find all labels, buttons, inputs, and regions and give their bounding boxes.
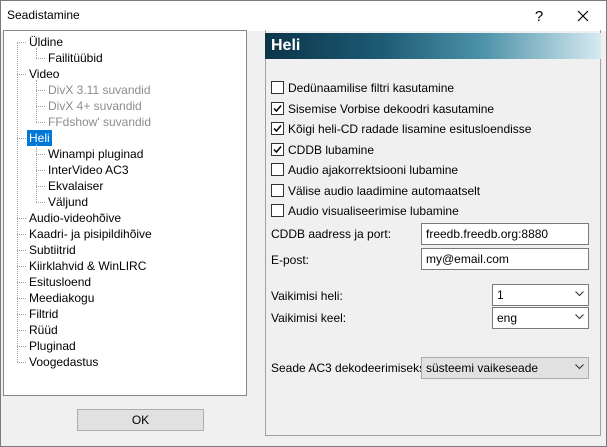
tree-connector — [17, 346, 26, 347]
tree-item[interactable]: Video — [27, 66, 61, 82]
email-label: E-post: — [271, 253, 310, 267]
checkbox-option[interactable]: Välise audio laadimine automaatselt — [271, 182, 480, 199]
cddb-address-input[interactable]: freedb.freedb.org:8880 — [421, 223, 589, 245]
tree-connector — [36, 90, 45, 91]
checkbox-label: Kõigi heli-CD radade lisamine esitusloen… — [288, 121, 532, 136]
tree-connector — [36, 144, 37, 202]
checkbox-unchecked-icon[interactable] — [271, 184, 284, 197]
tree-item[interactable]: Subtiitrid — [27, 242, 78, 258]
tree-item[interactable]: Winampi pluginad — [46, 146, 145, 162]
tree-connector — [17, 314, 26, 315]
tree-item[interactable]: InterVideo AC3 — [46, 162, 131, 178]
checkbox-option[interactable]: Dedünaamilise filtri kasutamine — [271, 79, 454, 96]
tree-item[interactable]: Meediakogu — [27, 290, 96, 306]
checkbox-option[interactable]: Sisemise Vorbise dekoodri kasutamine — [271, 100, 494, 117]
checkbox-label: Audio visualiseerimise lubamine — [288, 203, 459, 218]
tree-item[interactable]: Audio-videohõive — [27, 210, 123, 226]
tree-connector — [17, 362, 26, 363]
checkbox-option[interactable]: Audio ajakorrektsiooni lubamine — [271, 161, 458, 178]
tree-connector — [36, 106, 45, 107]
tree-connector — [36, 58, 45, 59]
checkbox-label: Välise audio laadimine automaatselt — [288, 183, 481, 198]
default-lang-label: Vaikimisi keel: — [271, 311, 347, 325]
tree-connector — [17, 250, 26, 251]
default-audio-value: 1 — [497, 288, 504, 302]
tree-item[interactable]: FFdshow' suvandid — [46, 114, 153, 130]
default-audio-label: Vaikimisi heli: — [271, 289, 343, 303]
tree-connector — [36, 80, 37, 122]
default-lang-select[interactable]: eng — [492, 307, 589, 329]
close-icon — [577, 10, 589, 22]
checkbox-option[interactable]: CDDB lubamine — [271, 141, 374, 158]
settings-tree[interactable]: Üldine Failitüübid Video DivX 3.11 suvandid… — [3, 30, 247, 396]
ok-button[interactable]: OK — [77, 409, 204, 431]
tree-connector — [17, 42, 18, 362]
window-title: Seadistamine — [7, 8, 80, 22]
checkbox-label: CDDB lubamine — [288, 142, 375, 157]
tree-item[interactable]: Kaadri- ja pisipildihõive — [27, 226, 154, 242]
chevron-down-icon — [575, 364, 584, 370]
tree-connector — [17, 330, 26, 331]
help-button[interactable]: ? — [517, 1, 561, 31]
tree-connector — [36, 202, 45, 203]
tree-connector — [36, 122, 45, 123]
default-audio-select[interactable]: 1 — [492, 284, 589, 306]
tree-connector — [17, 282, 26, 283]
tree-item[interactable]: DivX 3.11 suvandid — [46, 82, 153, 98]
email-input[interactable]: my@email.com — [421, 248, 589, 270]
tree-connector — [36, 170, 45, 171]
ac3-decoder-select[interactable]: süsteemi vaikeseade — [421, 357, 589, 379]
checkbox-checked-icon[interactable] — [271, 143, 284, 156]
default-lang-value: eng — [497, 311, 518, 325]
checkbox-unchecked-icon[interactable] — [271, 163, 284, 176]
tree-item[interactable]: Failitüübid — [46, 50, 105, 66]
tree-item[interactable]: Pluginad — [27, 338, 78, 354]
chevron-down-icon — [575, 314, 584, 320]
tree-connector — [17, 218, 26, 219]
tree-item[interactable]: Filtrid — [27, 306, 60, 322]
checkbox-unchecked-icon[interactable] — [271, 204, 284, 217]
tree-connector — [17, 138, 26, 139]
checkbox-checked-icon[interactable] — [271, 122, 284, 135]
ac3-decoder-label: Seade AC3 dekodeerimiseks: — [271, 361, 429, 375]
tree-connector — [17, 74, 26, 75]
tree-connector — [36, 154, 45, 155]
tree-connector — [36, 186, 45, 187]
checkbox-option[interactable]: Kõigi heli-CD radade lisamine esitusloen… — [271, 120, 531, 137]
checkbox-label: Sisemise Vorbise dekoodri kasutamine — [288, 101, 495, 116]
tree-connector — [36, 48, 37, 58]
tree-item[interactable]: Väljund — [46, 194, 90, 210]
tree-item[interactable]: DivX 4+ suvandid — [46, 98, 144, 114]
checkbox-option[interactable]: Audio visualiseerimise lubamine — [271, 202, 459, 219]
panel-heading: Heli — [265, 33, 601, 59]
tree-item[interactable]: Rüüd — [27, 322, 60, 338]
tree-item[interactable]: Kiirklahvid & WinLIRC — [27, 258, 148, 274]
checkbox-label: Dedünaamilise filtri kasutamine — [288, 80, 455, 95]
ac3-decoder-value: süsteemi vaikeseade — [426, 361, 539, 375]
tree-item[interactable]: Voogedastus — [27, 354, 100, 370]
tree-item[interactable]: Ekvalaiser — [46, 178, 105, 194]
tree-connector — [17, 298, 26, 299]
tree-item[interactable]: Heli — [27, 130, 52, 146]
tree-item[interactable]: Üldine — [27, 34, 65, 50]
title-bar: Seadistamine ? — [1, 1, 606, 31]
tree-connector — [17, 234, 26, 235]
checkbox-label: Audio ajakorrektsiooni lubamine — [288, 162, 459, 177]
tree-connector — [17, 42, 26, 43]
cddb-address-label: CDDB aadress ja port: — [271, 227, 392, 241]
tree-item[interactable]: Esitusloend — [27, 274, 93, 290]
checkbox-checked-icon[interactable] — [271, 102, 284, 115]
close-button[interactable] — [561, 1, 605, 31]
tree-connector — [17, 266, 26, 267]
checkbox-unchecked-icon[interactable] — [271, 81, 284, 94]
chevron-down-icon — [575, 291, 584, 297]
